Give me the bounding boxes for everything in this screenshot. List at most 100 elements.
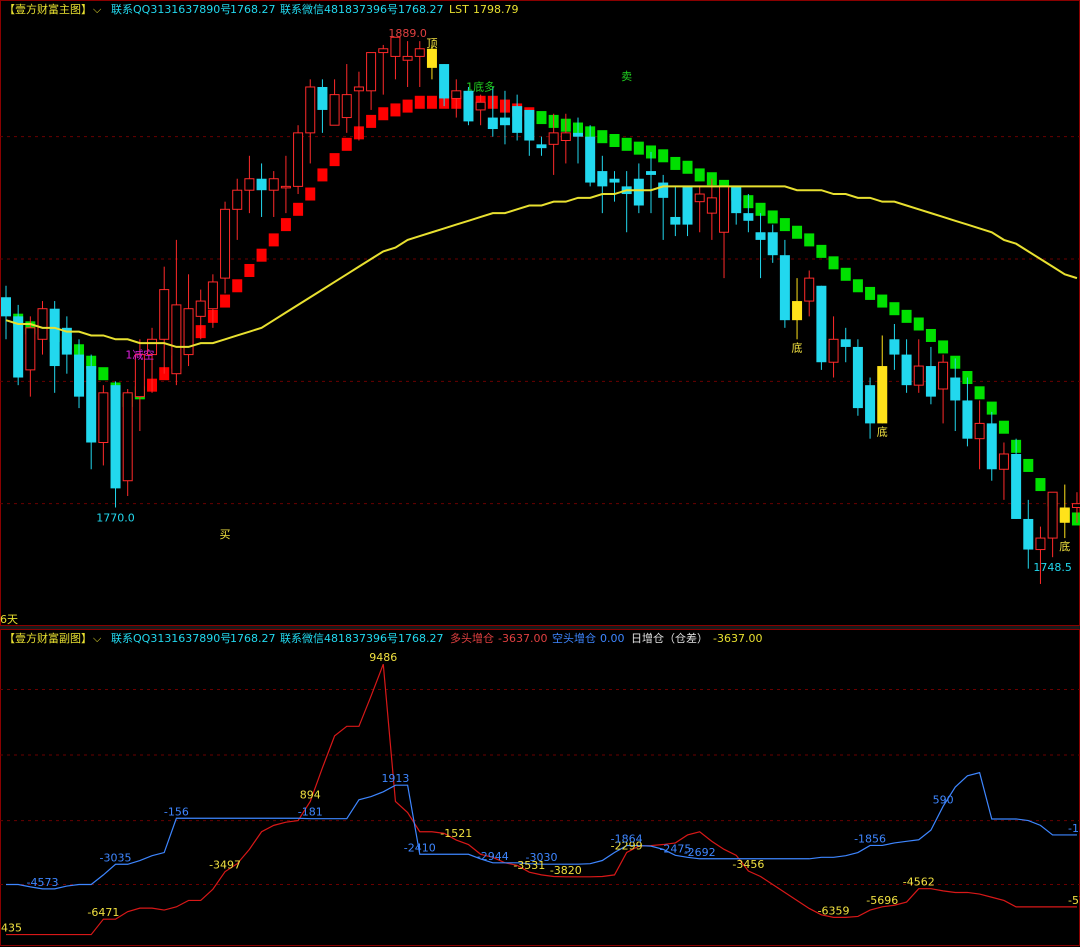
pane-separator[interactable] — [0, 626, 1080, 629]
long-label: 多头增仓 — [450, 631, 494, 645]
signal-label: 底 — [792, 340, 803, 354]
candle-body — [171, 304, 182, 375]
period-label: 6天 — [0, 613, 18, 626]
sub-contact-wechat: 联系微信481837396号 — [280, 631, 398, 645]
trailing-stop-block — [536, 111, 547, 125]
sub-title[interactable]: 【壹方财富副图】 — [4, 631, 92, 645]
trailing-stop-block — [621, 137, 632, 151]
series-data-label: -3035 — [100, 851, 132, 864]
candle-body — [950, 377, 961, 401]
trailing-stop-block — [792, 225, 803, 239]
candle-body — [548, 132, 559, 145]
candle-body — [499, 117, 510, 126]
signal-label: 顶 — [426, 37, 437, 50]
candle-body — [804, 277, 815, 302]
candle-body — [1011, 453, 1022, 519]
candle-body — [755, 232, 766, 240]
signal-label: 底 — [877, 424, 888, 438]
candle-body — [390, 36, 401, 57]
candle-body — [305, 86, 316, 134]
candle-body — [220, 208, 231, 279]
candle-body — [719, 185, 730, 233]
candle-body — [268, 178, 279, 191]
main-plot: 1889.01770.01748.5顶底底底1底多卖1减空买 — [0, 0, 1080, 626]
candle-body — [512, 106, 523, 133]
trailing-stop-block — [244, 263, 255, 277]
candle-body — [974, 422, 985, 440]
trailing-stop-block — [329, 153, 340, 167]
series-data-label: -3456 — [732, 858, 764, 871]
series-data-label: -4573 — [27, 876, 59, 889]
series-data-label: -1521 — [440, 827, 472, 840]
trailing-stop-block — [974, 386, 985, 400]
trailing-stop-block — [317, 168, 328, 182]
main-title[interactable]: 【壹方财富主图】 — [4, 2, 92, 16]
candle-body — [731, 186, 742, 214]
candle-body — [13, 316, 24, 378]
candle-body — [998, 453, 1009, 470]
series-data-label: 9486 — [369, 651, 397, 664]
candle-body — [536, 144, 547, 149]
candle-body — [74, 354, 85, 397]
signal-label: 1减空 — [125, 348, 154, 362]
series-data-label: -1856 — [854, 832, 886, 845]
sub-contact-qq: 联系QQ3131637890号 — [111, 632, 231, 645]
trailing-stop-block — [694, 168, 705, 182]
candle-body — [560, 132, 571, 142]
candle-body — [670, 216, 681, 225]
series-data-label: -4562 — [903, 876, 935, 889]
series-data-label: -156 — [164, 805, 189, 818]
candle-body — [767, 232, 778, 256]
candle-body — [901, 354, 912, 386]
trailing-stop-block — [341, 137, 352, 151]
series-data-label: -57 — [1068, 894, 1080, 907]
chevron-down-icon[interactable]: ⌵ — [93, 3, 102, 16]
trailing-stop-block — [378, 107, 389, 121]
day-value: -3637.00 — [713, 632, 762, 645]
trailing-stop-block — [390, 103, 401, 117]
candle-body — [86, 366, 97, 443]
candle-body — [633, 178, 644, 206]
lst-label: LST — [449, 3, 469, 16]
series-data-label: -1864 — [611, 833, 643, 846]
candle-body — [779, 255, 790, 321]
signal-label: 买 — [220, 528, 231, 541]
candle-body — [925, 366, 936, 397]
candle-body — [840, 339, 851, 347]
candle-body — [232, 189, 243, 210]
candle-body — [402, 55, 413, 61]
trailing-stop-block — [1035, 478, 1046, 492]
trailing-stop-block — [767, 210, 778, 224]
trailing-stop-block — [865, 286, 876, 300]
day-label: 日增仓（仓差） — [631, 631, 708, 645]
series-data-label: -6471 — [87, 906, 119, 919]
futures-chart[interactable]: 【壹方财富主图】 ⌵ 联系QQ3131637890号 1768.27 联系微信4… — [0, 0, 1080, 947]
trailing-stop-block — [682, 160, 693, 174]
candle-body — [378, 48, 389, 54]
candle-body — [682, 186, 693, 225]
candle-body — [122, 392, 133, 482]
sub-plot: 9486894-1521-2299-3456-3497 -3531 -3820-64… — [0, 629, 1080, 946]
sub-pane-border — [0, 629, 1080, 946]
trailing-stop-block — [828, 256, 839, 270]
candle-body — [1, 297, 11, 317]
candle-body — [585, 136, 596, 183]
candle-body — [341, 94, 352, 119]
candle-body — [426, 48, 437, 68]
candle-body — [329, 94, 340, 126]
candle-body — [244, 178, 255, 191]
candle-body — [572, 132, 583, 137]
series-data-label: -3030 — [525, 851, 557, 864]
candle-body — [792, 301, 803, 321]
candle-body — [597, 171, 608, 187]
candle-body — [524, 109, 535, 141]
series-data-label: 894 — [300, 788, 321, 801]
trailing-stop-block — [402, 99, 413, 113]
candle-body — [986, 423, 997, 470]
chevron-down-icon[interactable]: ⌵ — [93, 632, 102, 645]
trailing-stop-block — [305, 187, 316, 201]
series-data-label: -3820 — [550, 864, 582, 877]
series-data-label: -3497 — [209, 859, 241, 872]
trailing-stop-block — [1023, 458, 1034, 472]
signal-label: 卖 — [621, 70, 632, 83]
